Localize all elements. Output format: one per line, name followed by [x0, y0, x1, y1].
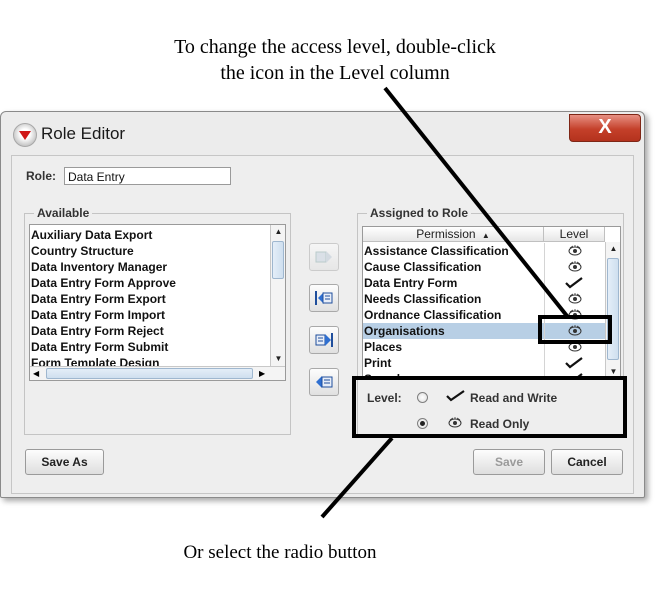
- annotation-pointer-bottom: [320, 436, 394, 519]
- annotation-bottom: Or select the radio button: [183, 542, 377, 563]
- annotation-pointer-top: [383, 86, 569, 318]
- annotation-pointer-lines: [320, 86, 569, 519]
